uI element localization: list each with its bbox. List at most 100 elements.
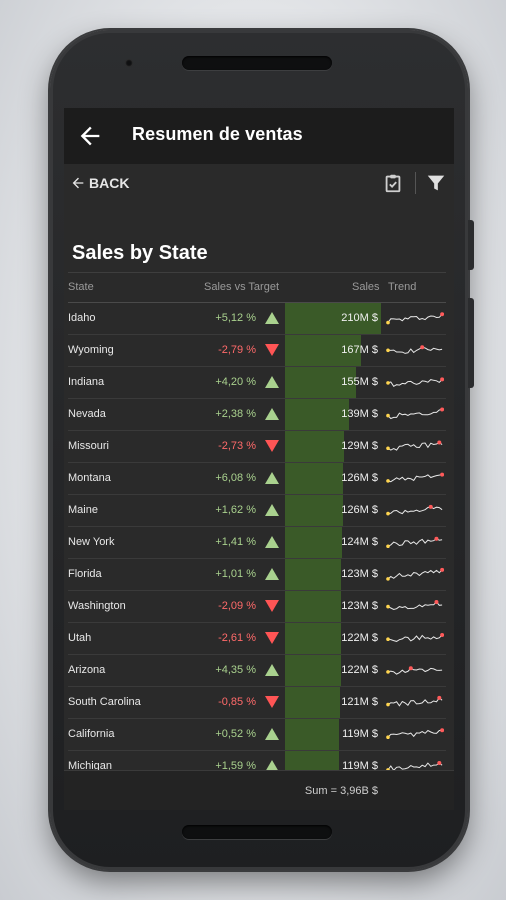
trend-sparkline bbox=[386, 562, 444, 586]
filter-icon[interactable] bbox=[425, 172, 447, 194]
state-name: Nevada bbox=[68, 408, 106, 420]
back-button-label: BACK bbox=[89, 175, 130, 191]
triangle-up-icon bbox=[265, 408, 279, 420]
sales-value: 167M $ bbox=[341, 344, 378, 356]
state-name: Idaho bbox=[68, 312, 96, 324]
table-row[interactable]: Arizona +4,35 % 122M $ bbox=[68, 655, 446, 687]
phone-frame: Resumen de ventas BACK Sales by State St… bbox=[50, 30, 474, 870]
sales-value: 139M $ bbox=[341, 408, 378, 420]
trend-sparkline bbox=[386, 690, 444, 714]
trend-sparkline bbox=[386, 402, 444, 426]
state-name: Washington bbox=[68, 600, 126, 612]
sales-value: 124M $ bbox=[341, 536, 378, 548]
sales-vs-target: -2,73 % bbox=[218, 440, 256, 452]
state-name: Missouri bbox=[68, 440, 109, 452]
sales-vs-target: +6,08 % bbox=[215, 472, 256, 484]
triangle-down-icon bbox=[265, 696, 279, 708]
triangle-up-icon bbox=[265, 664, 279, 676]
sales-value: 121M $ bbox=[341, 696, 378, 708]
trend-sparkline bbox=[386, 594, 444, 618]
app-screen: Resumen de ventas BACK Sales by State St… bbox=[64, 108, 454, 810]
sales-value: 155M $ bbox=[341, 376, 378, 388]
sales-value: 123M $ bbox=[341, 568, 378, 580]
sales-bar bbox=[285, 399, 349, 430]
sales-cell: 210M $ bbox=[285, 303, 381, 334]
triangle-up-icon bbox=[265, 376, 279, 388]
table-row[interactable]: Washington -2,09 % 123M $ bbox=[68, 591, 446, 623]
trend-sparkline bbox=[386, 626, 444, 650]
table-row[interactable]: South Carolina -0,85 % 121M $ bbox=[68, 687, 446, 719]
column-header-trend[interactable]: Trend bbox=[388, 281, 416, 293]
sales-cell: 126M $ bbox=[285, 495, 381, 526]
app-bar: Resumen de ventas bbox=[64, 108, 454, 164]
sales-bar bbox=[285, 463, 343, 494]
sales-cell: 121M $ bbox=[285, 687, 381, 718]
sales-value: 126M $ bbox=[341, 472, 378, 484]
sales-sum: Sum = 3,96B $ bbox=[304, 785, 378, 797]
state-name: Florida bbox=[68, 568, 102, 580]
sales-vs-target: +2,38 % bbox=[215, 408, 256, 420]
sales-vs-target: -2,09 % bbox=[218, 600, 256, 612]
state-name: New York bbox=[68, 536, 115, 548]
table-row[interactable]: Montana +6,08 % 126M $ bbox=[68, 463, 446, 495]
triangle-down-icon bbox=[265, 632, 279, 644]
table-row[interactable]: Florida +1,01 % 123M $ bbox=[68, 559, 446, 591]
sales-vs-target: +5,12 % bbox=[215, 312, 256, 324]
sales-table: State Sales vs Target Sales Trend Idaho +… bbox=[68, 272, 446, 783]
table-row[interactable]: New York +1,41 % 124M $ bbox=[68, 527, 446, 559]
state-name: Montana bbox=[68, 472, 111, 484]
sales-vs-target: +1,62 % bbox=[215, 504, 256, 516]
toolbar-divider bbox=[415, 172, 416, 194]
triangle-up-icon bbox=[265, 568, 279, 580]
app-bar-title: Resumen de ventas bbox=[132, 124, 303, 144]
arrow-back-icon[interactable] bbox=[76, 122, 104, 150]
sales-bar bbox=[285, 719, 339, 750]
state-name: Utah bbox=[68, 632, 92, 644]
triangle-up-icon bbox=[265, 504, 279, 516]
sales-vs-target: +1,41 % bbox=[215, 536, 256, 548]
sales-cell: 122M $ bbox=[285, 623, 381, 654]
trend-sparkline bbox=[386, 306, 444, 330]
table-row[interactable]: California +0,52 % 119M $ bbox=[68, 719, 446, 751]
trend-sparkline bbox=[386, 466, 444, 490]
column-header-vs-target[interactable]: Sales vs Target bbox=[204, 281, 279, 293]
sales-bar bbox=[285, 687, 340, 718]
sales-cell: 119M $ bbox=[285, 719, 381, 750]
column-header-state[interactable]: State bbox=[68, 281, 94, 293]
state-name: Wyoming bbox=[68, 344, 114, 356]
trend-sparkline bbox=[386, 722, 444, 746]
clipboard-check-icon[interactable] bbox=[382, 172, 404, 194]
table-row[interactable]: Idaho +5,12 % 210M $ bbox=[68, 303, 446, 335]
table-row[interactable]: Missouri -2,73 % 129M $ bbox=[68, 431, 446, 463]
sales-bar bbox=[285, 559, 341, 590]
sales-bar bbox=[285, 591, 341, 622]
back-button[interactable]: BACK bbox=[70, 172, 129, 194]
sales-value: 119M $ bbox=[342, 728, 378, 740]
triangle-up-icon bbox=[265, 536, 279, 548]
table-row[interactable]: Indiana +4,20 % 155M $ bbox=[68, 367, 446, 399]
triangle-down-icon bbox=[265, 600, 279, 612]
volume-button bbox=[468, 220, 474, 270]
trend-sparkline bbox=[386, 370, 444, 394]
sales-value: 123M $ bbox=[341, 600, 378, 612]
sales-cell: 123M $ bbox=[285, 559, 381, 590]
sales-cell: 123M $ bbox=[285, 591, 381, 622]
sales-value: 129M $ bbox=[341, 440, 378, 452]
sales-vs-target: +1,01 % bbox=[215, 568, 256, 580]
table-row[interactable]: Nevada +2,38 % 139M $ bbox=[68, 399, 446, 431]
sales-vs-target: +0,52 % bbox=[215, 728, 256, 740]
sales-bar bbox=[285, 655, 341, 686]
triangle-up-icon bbox=[265, 728, 279, 740]
table-row[interactable]: Maine +1,62 % 126M $ bbox=[68, 495, 446, 527]
table-row[interactable]: Wyoming -2,79 % 167M $ bbox=[68, 335, 446, 367]
triangle-up-icon bbox=[265, 472, 279, 484]
column-header-sales[interactable]: Sales bbox=[352, 281, 380, 293]
state-name: Maine bbox=[68, 504, 98, 516]
sales-cell: 139M $ bbox=[285, 399, 381, 430]
front-camera bbox=[125, 59, 133, 67]
table-row[interactable]: Utah -2,61 % 122M $ bbox=[68, 623, 446, 655]
trend-sparkline bbox=[386, 498, 444, 522]
sales-cell: 126M $ bbox=[285, 463, 381, 494]
page-title: Sales by State bbox=[72, 242, 208, 264]
state-name: California bbox=[68, 728, 115, 740]
